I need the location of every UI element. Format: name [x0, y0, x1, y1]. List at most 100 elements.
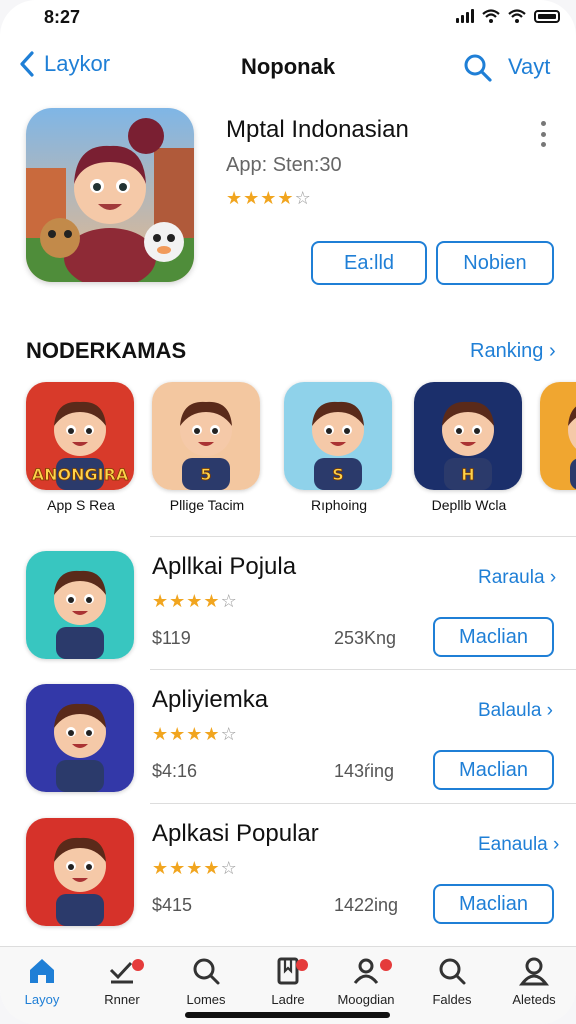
tab-ladre[interactable]: Ladre: [248, 955, 328, 1007]
tab-aleteds[interactable]: Aleteds: [494, 955, 574, 1007]
person-bell-icon: [353, 958, 379, 984]
app-artwork: S: [284, 382, 392, 490]
search-icon: [439, 958, 466, 985]
chevron-right-icon: ›: [546, 700, 553, 721]
featured-rating-stars: ★ ★ ★ ★ ☆: [226, 189, 311, 207]
star-icon: ★: [226, 188, 243, 208]
app-artwork: 5: [152, 382, 260, 490]
app-icon: H: [414, 382, 522, 490]
app-rating-stars: ★ ★ ★ ★ ☆: [152, 592, 237, 610]
character-illustration: [26, 108, 194, 282]
carousel-app-item[interactable]: 5 Pllige Tacim: [152, 382, 262, 513]
notification-badge: [296, 959, 308, 971]
link-label: Balaula: [478, 700, 542, 721]
app-icon: ANONGIRA: [26, 382, 134, 490]
app-rating-stars: ★ ★ ★ ★ ☆: [152, 725, 237, 743]
tab-label: Ladre: [271, 992, 305, 1007]
app-artwork: ANONGIRA: [26, 382, 134, 490]
star-icon: ★: [152, 591, 169, 611]
more-options-icon[interactable]: [536, 121, 550, 147]
status-time: 8:27: [44, 7, 81, 27]
app-get-button[interactable]: Maclian: [433, 750, 554, 790]
app-art-text: H: [461, 465, 474, 484]
star-icon: ★: [243, 188, 260, 208]
carousel-app-item[interactable]: H Depllb Wcla: [414, 382, 524, 513]
cellular-signal-icon: [456, 9, 474, 23]
app-artwork: [26, 818, 134, 926]
home-indicator: [185, 1012, 390, 1018]
app-price: $119: [152, 628, 191, 648]
app-artwork: H: [414, 382, 522, 490]
app-icon[interactable]: [26, 684, 134, 792]
app-art-text: ANONGIRA: [32, 465, 129, 484]
link-label: Eanaula: [478, 834, 548, 855]
star-icon: ★: [277, 188, 294, 208]
section-ranking-link[interactable]: Ranking ›: [470, 340, 556, 363]
wifi-icon: [508, 9, 526, 23]
star-icon: ★: [169, 858, 186, 878]
app-icon[interactable]: [26, 551, 134, 659]
app-artwork: [26, 551, 134, 659]
app-title: Apliyiemka: [152, 686, 269, 713]
app-store-screen: 8:27 Laykor Noponak Vayt Mptal Indonasia…: [0, 0, 576, 1024]
app-label: App S Rea: [47, 497, 115, 513]
app-detail-link[interactable]: Balaula ›: [478, 700, 553, 722]
carousel-app-item[interactable]: S Rıphoing: [284, 382, 394, 513]
app-art-text: S: [332, 465, 344, 484]
featured-secondary-button[interactable]: Nobien: [436, 241, 554, 285]
profile-icon: [518, 957, 550, 986]
row-divider: [150, 669, 576, 670]
tab-lomes[interactable]: Lomes: [166, 955, 246, 1007]
status-bar: 8:27: [0, 0, 576, 38]
wifi-icon: [482, 9, 500, 23]
tab-label: Rnner: [104, 992, 140, 1007]
star-icon: ★: [152, 858, 169, 878]
star-icon: ★: [186, 858, 203, 878]
app-label: Depllb Wcla: [431, 497, 507, 513]
app-label: Rıphoing: [310, 497, 368, 513]
app-download-count: 143ŕing: [334, 761, 395, 781]
app-title: Aplkasi Popular: [152, 820, 319, 847]
app-price: $415: [152, 895, 193, 915]
star-icon: ☆: [220, 858, 237, 878]
app-detail-link[interactable]: Raraula ›: [478, 567, 556, 589]
tab-moogdian[interactable]: Moogdian: [326, 955, 406, 1007]
navigation-bar: Laykor Noponak Vayt: [0, 40, 576, 96]
star-icon: ★: [203, 858, 220, 878]
app-icon: S: [284, 382, 392, 490]
star-icon: ★: [203, 724, 220, 744]
app-get-button[interactable]: Maclian: [433, 884, 554, 924]
star-icon: ★: [260, 188, 277, 208]
star-icon: ☆: [220, 724, 237, 744]
app-icon: 5: [152, 382, 260, 490]
tab-label: Lomes: [186, 992, 226, 1007]
search-icon: [193, 958, 220, 985]
star-icon: ★: [186, 724, 203, 744]
featured-app-icon[interactable]: [26, 108, 194, 282]
tab-label: Aleteds: [512, 992, 556, 1007]
notification-badge: [380, 959, 392, 971]
tab-layoy[interactable]: Layoy: [2, 955, 82, 1007]
carousel-app-item[interactable]: CF E: [540, 382, 576, 513]
app-detail-link[interactable]: Eanaula ›: [478, 834, 559, 856]
search-icon[interactable]: [462, 52, 494, 84]
nav-action-button[interactable]: Vayt: [508, 54, 550, 80]
tab-label: Moogdian: [337, 992, 395, 1007]
carousel-app-item[interactable]: ANONGIRA App S Rea: [26, 382, 136, 513]
link-label: Raraula: [478, 567, 545, 588]
tab-rnner[interactable]: Rnner: [82, 955, 162, 1007]
home-icon: [30, 959, 54, 983]
app-label: E: [540, 497, 576, 513]
featured-primary-button[interactable]: Ea:lld: [311, 241, 427, 285]
tab-faldes[interactable]: Faldes: [412, 955, 492, 1007]
section-title: NODERKAMAS: [26, 338, 187, 363]
back-button[interactable]: Laykor: [18, 50, 110, 78]
chevron-right-icon: ›: [549, 567, 557, 588]
row-divider: [150, 536, 576, 537]
app-icon[interactable]: [26, 818, 134, 926]
tab-label: Faldes: [432, 992, 472, 1007]
app-icon: CF: [540, 382, 576, 490]
app-price: $4:16: [152, 761, 198, 781]
section-link-label: Ranking: [470, 340, 544, 362]
app-get-button[interactable]: Maclian: [433, 617, 554, 657]
